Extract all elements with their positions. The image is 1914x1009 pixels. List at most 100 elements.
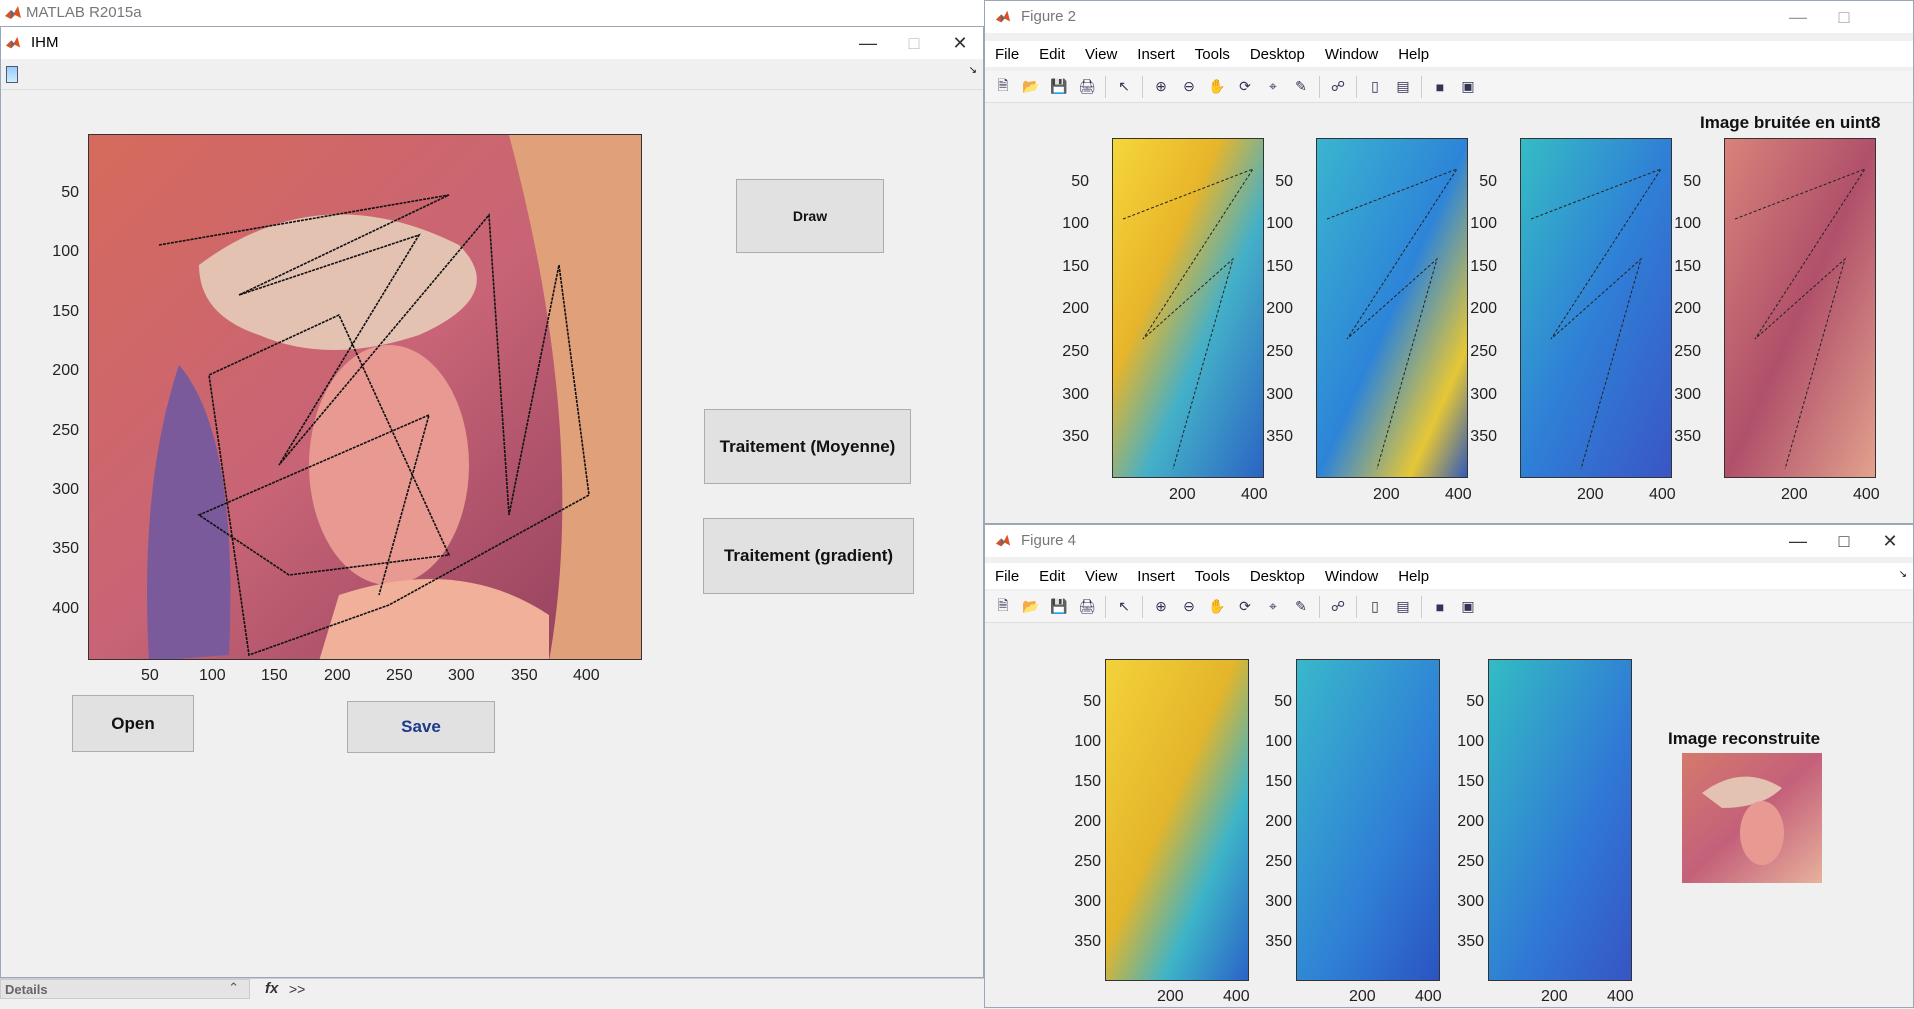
minimize-icon[interactable]: — [1775, 525, 1821, 557]
reconstructed-rgb-image[interactable] [1682, 753, 1822, 883]
x-tick-label: 100 [199, 667, 226, 684]
y-tick-label: 50 [61, 184, 79, 201]
brush-icon[interactable]: ✎ [1290, 76, 1312, 98]
maximize-icon[interactable]: □ [1821, 525, 1867, 557]
colorbar-icon[interactable]: ▯ [1364, 76, 1386, 98]
x-tick-label: 50 [141, 667, 159, 684]
y-tick-label: 400 [52, 600, 79, 617]
toolbar-separator [1356, 595, 1357, 618]
open-folder-icon[interactable]: 📂 [1020, 596, 1042, 618]
menu-help[interactable]: Help [1398, 568, 1429, 585]
y-tick-label: 150 [1266, 258, 1293, 275]
hide-tools-icon[interactable]: ■ [1429, 596, 1451, 618]
zoom-in-icon[interactable]: ⊕ [1150, 76, 1172, 98]
colorbar-icon[interactable]: ▯ [1364, 596, 1386, 618]
zoom-out-icon[interactable]: ⊖ [1178, 596, 1200, 618]
x-tick-label: 400 [1445, 486, 1472, 503]
chevron-up-icon[interactable]: ⌃ [228, 980, 239, 996]
subplot-noisy-rgb[interactable] [1724, 138, 1876, 478]
figure4-titlebar: Figure 4 — □ ✕ [985, 525, 1913, 557]
menu-desktop[interactable]: Desktop [1250, 568, 1305, 585]
new-file-icon[interactable]: 🗎 [992, 596, 1014, 618]
maximize-icon[interactable]: □ [891, 27, 937, 59]
parula-image [1106, 660, 1248, 980]
data-cursor-icon[interactable]: ⌖ [1262, 76, 1284, 98]
menu-window[interactable]: Window [1325, 568, 1378, 585]
data-cursor-icon[interactable]: ⌖ [1262, 596, 1284, 618]
pointer-icon[interactable]: ↖ [1113, 596, 1135, 618]
rotate-icon[interactable]: ⟳ [1234, 596, 1256, 618]
link-icon[interactable]: ☍ [1327, 596, 1349, 618]
draw-button[interactable]: Draw [736, 179, 884, 253]
save-button[interactable]: Save [347, 701, 495, 753]
menu-insert[interactable]: Insert [1137, 46, 1175, 63]
menu-insert[interactable]: Insert [1137, 568, 1175, 585]
dock-icon[interactable]: ↘ [1899, 569, 1907, 580]
pan-icon[interactable]: ✋ [1206, 76, 1228, 98]
menu-view[interactable]: View [1085, 568, 1117, 585]
menu-file[interactable]: File [995, 568, 1019, 585]
menu-edit[interactable]: Edit [1039, 46, 1065, 63]
y-tick-label: 300 [1470, 386, 1497, 403]
pan-icon[interactable]: ✋ [1206, 596, 1228, 618]
close-icon[interactable]: ✕ [1867, 525, 1913, 557]
minimize-icon[interactable]: — [845, 27, 891, 59]
menu-tools[interactable]: Tools [1195, 46, 1230, 63]
save-icon[interactable]: 💾 [1048, 76, 1070, 98]
legend-icon[interactable]: ▤ [1392, 596, 1414, 618]
menu-help[interactable]: Help [1398, 46, 1429, 63]
main-image-axes[interactable] [88, 134, 642, 660]
close-icon[interactable]: ✕ [937, 27, 983, 59]
details-panel-header[interactable]: Details ⌃ [0, 979, 250, 999]
zoom-in-icon[interactable]: ⊕ [1150, 596, 1172, 618]
lena-image [89, 135, 641, 659]
menu-edit[interactable]: Edit [1039, 568, 1065, 585]
menu-window[interactable]: Window [1325, 46, 1378, 63]
y-tick-label: 100 [1470, 215, 1497, 232]
y-tick-label: 250 [1265, 853, 1292, 870]
print-icon[interactable]: 🖨 [1076, 76, 1098, 98]
dock-icon[interactable]: ▣ [1457, 76, 1479, 98]
subplot-reconstructed-r[interactable] [1105, 659, 1249, 981]
parula-image [1317, 139, 1467, 477]
y-tick-label: 350 [1674, 428, 1701, 445]
x-tick-label: 200 [324, 667, 351, 684]
y-tick-label: 200 [1457, 813, 1484, 830]
y-tick-label: 50 [1466, 693, 1484, 710]
colorbar-icon[interactable] [6, 66, 18, 83]
x-tick-label: 200 [1781, 486, 1808, 503]
figure2-title: Figure 2 [1021, 8, 1077, 25]
dock-icon[interactable]: ▣ [1457, 596, 1479, 618]
menu-view[interactable]: View [1085, 46, 1117, 63]
minimize-icon[interactable]: — [1775, 1, 1821, 33]
menu-tools[interactable]: Tools [1195, 568, 1230, 585]
link-icon[interactable]: ☍ [1327, 76, 1349, 98]
traitement-moyenne-button[interactable]: Traitement (Moyenne) [704, 409, 911, 484]
toolbar-separator [1105, 595, 1106, 618]
dock-icon[interactable]: ↘ [969, 65, 977, 76]
pointer-icon[interactable]: ↖ [1113, 76, 1135, 98]
subplot-reconstructed-g[interactable] [1296, 659, 1440, 981]
brush-icon[interactable]: ✎ [1290, 596, 1312, 618]
command-prompt[interactable]: >> [289, 981, 305, 997]
matlab-logo-icon [5, 36, 21, 49]
print-icon[interactable]: 🖨 [1076, 596, 1098, 618]
save-icon[interactable]: 💾 [1048, 596, 1070, 618]
maximize-icon[interactable]: □ [1821, 1, 1867, 33]
subplot-channel-r[interactable] [1112, 138, 1264, 478]
x-tick-label: 300 [448, 667, 475, 684]
subplot-reconstructed-b[interactable] [1488, 659, 1632, 981]
y-tick-label: 300 [52, 481, 79, 498]
subplot-channel-g[interactable] [1316, 138, 1468, 478]
new-file-icon[interactable]: 🗎 [992, 76, 1014, 98]
traitement-gradient-button[interactable]: Traitement (gradient) [703, 518, 914, 594]
rotate-icon[interactable]: ⟳ [1234, 76, 1256, 98]
subplot-channel-b[interactable] [1520, 138, 1672, 478]
menu-desktop[interactable]: Desktop [1250, 46, 1305, 63]
open-button[interactable]: Open [72, 695, 194, 752]
open-folder-icon[interactable]: 📂 [1020, 76, 1042, 98]
legend-icon[interactable]: ▤ [1392, 76, 1414, 98]
hide-tools-icon[interactable]: ■ [1429, 76, 1451, 98]
zoom-out-icon[interactable]: ⊖ [1178, 76, 1200, 98]
menu-file[interactable]: File [995, 46, 1019, 63]
